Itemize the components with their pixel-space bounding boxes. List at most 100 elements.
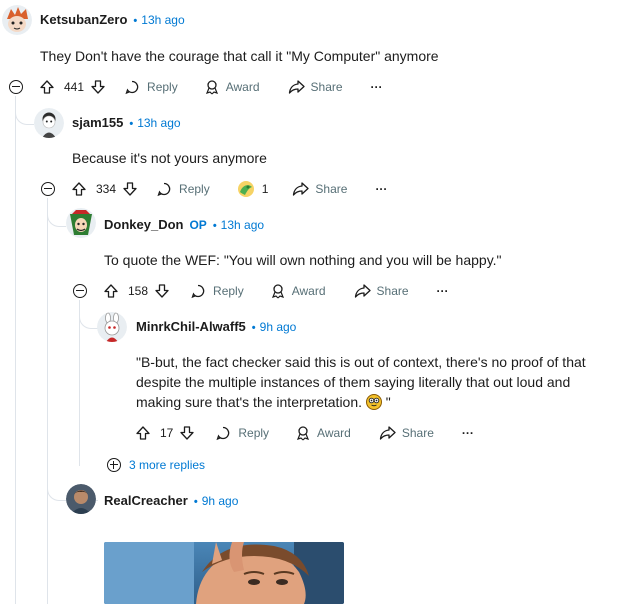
expand-icon (107, 458, 121, 472)
more-options-button[interactable]: ··· (375, 182, 387, 196)
avatar[interactable] (66, 484, 96, 514)
award-button[interactable]: Award (295, 425, 351, 441)
thread-elbow (15, 96, 34, 125)
award-icon (205, 80, 218, 95)
timestamp[interactable]: 9h ago (202, 494, 239, 508)
upvote-icon (40, 80, 54, 94)
reply-button[interactable]: Reply (215, 425, 269, 441)
upvote-icon (72, 182, 86, 196)
award-button[interactable]: 1 (236, 179, 269, 199)
timestamp[interactable]: 13h ago (141, 13, 184, 27)
timestamp[interactable]: 9h ago (260, 320, 297, 334)
upvote-button[interactable] (103, 283, 119, 299)
reply-icon (125, 80, 139, 95)
award-count: 1 (261, 182, 269, 196)
share-icon (379, 426, 396, 440)
comment-actions: 334 Reply 1 Share ··· (71, 178, 387, 200)
op-badge: OP (189, 218, 207, 232)
timestamp[interactable]: 13h ago (221, 218, 264, 232)
username[interactable]: sjam155 (72, 115, 123, 130)
separator-dot: • (212, 220, 217, 232)
vote-score: 334 (96, 182, 117, 196)
comment-author[interactable]: RealCreacher • 9h ago (104, 493, 238, 508)
more-options-button[interactable]: ··· (462, 426, 474, 440)
comment-body: To quote the WEF: "You will own nothing … (104, 252, 502, 268)
vote-score: 441 (64, 80, 85, 94)
avatar[interactable] (66, 208, 96, 238)
award-button[interactable]: Award (204, 79, 260, 95)
avatar[interactable] (97, 312, 127, 342)
avatar[interactable] (2, 5, 32, 35)
thread-elbow (47, 198, 66, 227)
reply-icon (157, 182, 171, 197)
share-button[interactable]: Share (292, 181, 347, 197)
downvote-icon (91, 80, 105, 94)
reply-button[interactable]: Reply (156, 181, 210, 197)
nerd-emoji-icon (365, 394, 382, 410)
share-label: Share (310, 80, 343, 94)
award-badge-icon (237, 181, 254, 197)
comment-author[interactable]: MinrkChil-Alwaff5 • 9h ago (136, 319, 296, 334)
downvote-button[interactable] (122, 181, 138, 197)
comment-actions: 17 Reply Award Share ··· (135, 422, 474, 444)
award-button[interactable]: Award (270, 283, 326, 299)
more-replies-label: 3 more replies (129, 458, 206, 472)
reply-label: Reply (238, 426, 270, 440)
separator-dot: • (133, 15, 138, 27)
reply-icon (191, 284, 205, 299)
thread-line-1[interactable] (15, 96, 16, 604)
thread-line-3[interactable] (79, 300, 80, 466)
downvote-button[interactable] (90, 79, 106, 95)
downvote-button[interactable] (154, 283, 170, 299)
separator-dot: • (251, 322, 256, 334)
more-options-button[interactable]: ··· (437, 284, 449, 298)
comment-body: "B-but, the fact checker said this is ou… (136, 352, 598, 412)
downvote-icon (123, 182, 137, 196)
gif-preview-image (104, 542, 344, 604)
avatar[interactable] (34, 108, 64, 138)
comment-author[interactable]: sjam155 • 13h ago (72, 115, 181, 130)
reply-button[interactable]: Reply (190, 283, 244, 299)
share-icon (354, 284, 371, 298)
separator-dot: • (129, 118, 134, 130)
username[interactable]: KetsubanZero (40, 12, 127, 27)
username[interactable]: RealCreacher (104, 493, 188, 508)
thread-line-2[interactable] (47, 198, 48, 604)
award-icon (297, 426, 310, 441)
share-label: Share (376, 284, 409, 298)
comment-author[interactable]: KetsubanZero • 13h ago (40, 12, 185, 27)
upvote-button[interactable] (135, 425, 151, 441)
share-button[interactable]: Share (288, 79, 343, 95)
share-label: Share (315, 182, 348, 196)
comment-author[interactable]: Donkey_Don OP • 13h ago (104, 217, 264, 232)
collapse-icon[interactable] (73, 284, 87, 298)
comment-body: Because it's not yours anymore (72, 150, 267, 166)
share-button[interactable]: Share (354, 283, 409, 299)
reply-label: Reply (213, 284, 244, 298)
reply-label: Reply (179, 182, 210, 196)
separator-dot: • (193, 496, 198, 508)
comment-body-end: " (381, 394, 391, 410)
username[interactable]: Donkey_Don (104, 217, 183, 232)
comment-image[interactable] (104, 542, 344, 604)
downvote-button[interactable] (179, 425, 195, 441)
timestamp[interactable]: 13h ago (137, 116, 180, 130)
share-button[interactable]: Share (379, 425, 434, 441)
award-label: Award (225, 80, 260, 94)
upvote-button[interactable] (71, 181, 87, 197)
share-label: Share (401, 426, 434, 440)
comment-actions: 441 Reply Award Share ··· (39, 76, 383, 98)
collapse-icon[interactable] (41, 182, 55, 196)
vote-score: 17 (160, 426, 174, 440)
reply-button[interactable]: Reply (124, 79, 178, 95)
vote-score: 158 (128, 284, 149, 298)
share-icon (293, 182, 310, 196)
more-replies-button[interactable]: 3 more replies (107, 458, 205, 472)
award-label: Award (317, 426, 351, 440)
upvote-button[interactable] (39, 79, 55, 95)
username[interactable]: MinrkChil-Alwaff5 (136, 319, 246, 334)
upvote-icon (104, 284, 118, 298)
collapse-icon[interactable] (9, 80, 23, 94)
comment-body: They Don't have the courage that call it… (40, 48, 439, 64)
more-options-button[interactable]: ··· (371, 80, 383, 94)
